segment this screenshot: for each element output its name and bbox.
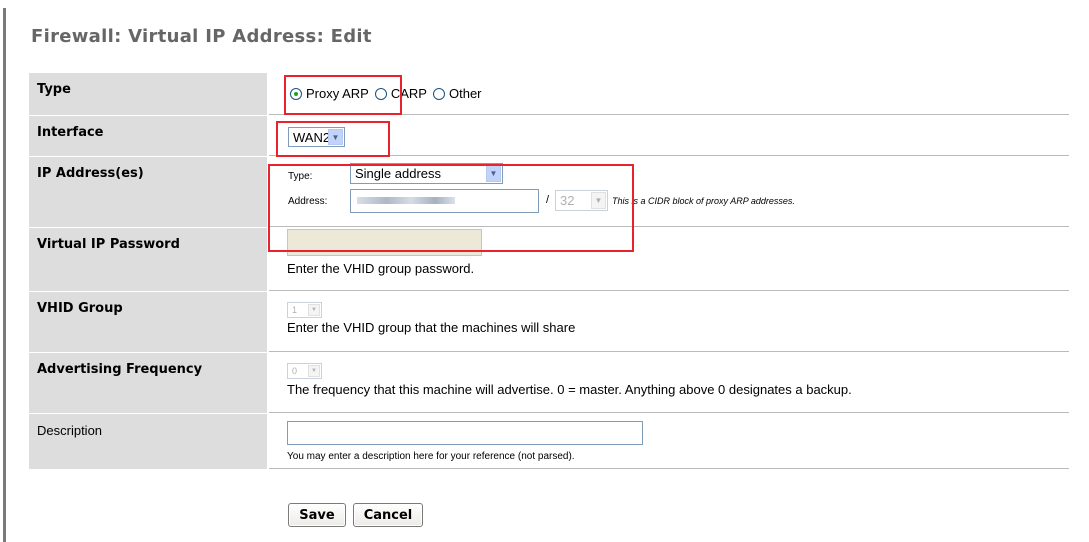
vhid-hint: Enter the VHID group that the machines w… — [287, 320, 576, 335]
chevron-down-icon[interactable]: ▼ — [308, 304, 320, 316]
save-button[interactable]: Save — [288, 503, 346, 527]
vip-edit-form: Type Proxy ARP CARP Other Interface WAN2 ▼… — [29, 73, 1069, 470]
highlight-ip-address — [268, 164, 634, 252]
description-row: Description You may enter a description … — [29, 414, 1069, 470]
adv-frequency-row: Advertising Frequency 0 ▼ The frequency … — [29, 353, 1069, 414]
adv-frequency-label: Advertising Frequency — [29, 353, 268, 413]
chevron-down-icon[interactable]: ▼ — [308, 365, 320, 377]
highlight-type — [284, 75, 402, 115]
description-input[interactable] — [287, 421, 643, 445]
type-label: Type — [29, 73, 268, 115]
description-hint: You may enter a description here for you… — [287, 451, 575, 462]
password-label: Virtual IP Password — [29, 228, 268, 291]
type-row: Type Proxy ARP CARP Other — [29, 73, 1069, 116]
vhid-select[interactable]: 1 ▼ — [287, 302, 322, 318]
adv-frequency-select-value: 0 — [292, 366, 298, 376]
adv-frequency-value: 0 ▼ The frequency that this machine will… — [269, 353, 1069, 413]
highlight-interface — [276, 121, 390, 157]
radio-other[interactable] — [432, 88, 445, 100]
left-border-rule — [3, 8, 6, 542]
vhid-select-value: 1 — [292, 305, 298, 315]
adv-frequency-select[interactable]: 0 ▼ — [287, 363, 322, 379]
description-value: You may enter a description here for you… — [269, 414, 1069, 469]
password-hint: Enter the VHID group password. — [287, 261, 475, 276]
description-label: Description — [29, 414, 268, 469]
page-title: Firewall: Virtual IP Address: Edit — [31, 26, 372, 47]
interface-row: Interface WAN2 ▼ — [29, 116, 1069, 157]
adv-frequency-hint: The frequency that this machine will adv… — [287, 382, 852, 397]
ip-address-label: IP Address(es) — [29, 157, 268, 227]
interface-label: Interface — [29, 116, 268, 156]
radio-other-label[interactable]: Other — [449, 86, 482, 101]
vhid-row: VHID Group 1 ▼ Enter the VHID group that… — [29, 292, 1069, 353]
vhid-label: VHID Group — [29, 292, 268, 352]
cidr-note: This is a CIDR block of proxy ARP addres… — [612, 196, 795, 206]
cancel-button[interactable]: Cancel — [353, 503, 423, 527]
vhid-value: 1 ▼ Enter the VHID group that the machin… — [269, 292, 1069, 352]
